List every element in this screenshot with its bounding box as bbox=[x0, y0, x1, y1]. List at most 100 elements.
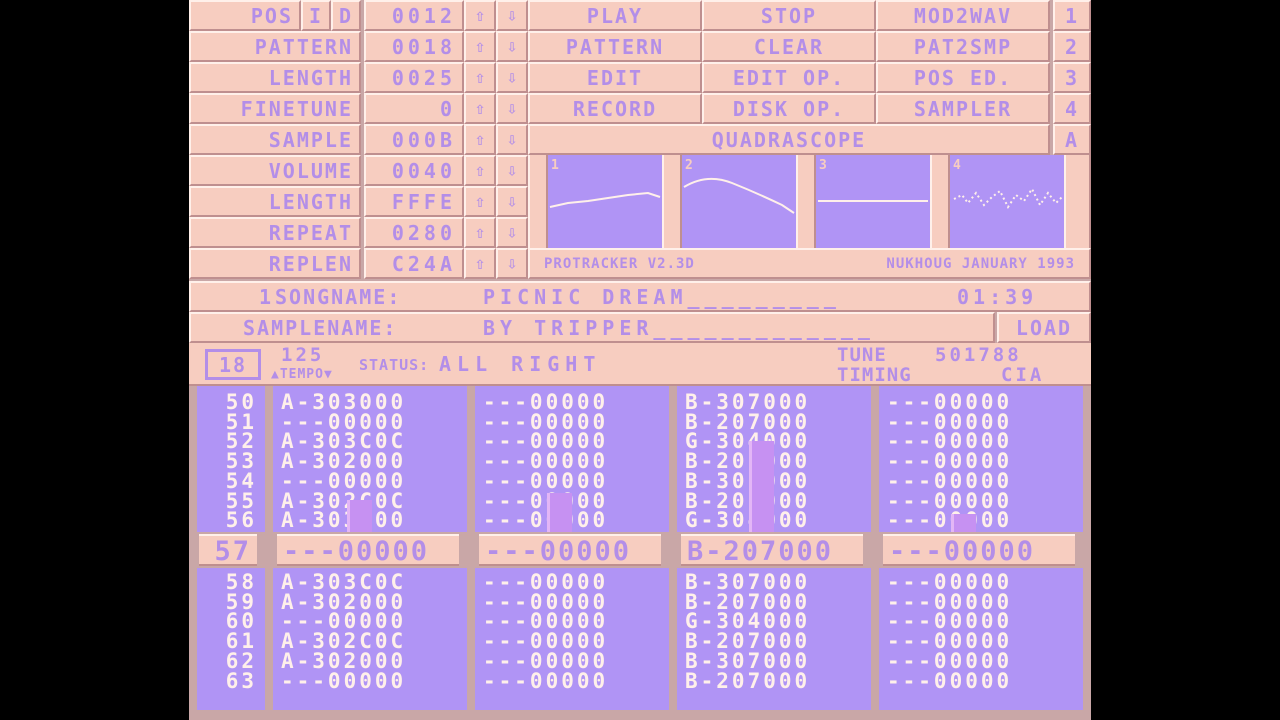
current-cell-track-2[interactable]: ---00000 bbox=[479, 534, 661, 567]
sample-down-arrow-icon[interactable]: ⇩ bbox=[496, 124, 528, 155]
mod2wav-button[interactable]: MOD2WAV bbox=[876, 0, 1050, 31]
pattern-cell[interactable]: A-303000 bbox=[273, 392, 467, 413]
scope-channel-4: 4 bbox=[950, 155, 1064, 248]
clear-button[interactable]: CLEAR bbox=[702, 31, 876, 62]
songname-bar: 1 SONGNAME: PICNIC DREAM_________ 01:39 bbox=[189, 281, 1091, 312]
sample-up-arrow-icon[interactable]: ⇧ bbox=[464, 124, 496, 155]
finetune-down-arrow-icon[interactable]: ⇩ bbox=[496, 93, 528, 124]
pattern-cell[interactable]: A-302000 bbox=[273, 650, 467, 671]
finetune-label: FINETUNE bbox=[189, 93, 361, 124]
sampler-button[interactable]: SAMPLER bbox=[876, 93, 1050, 124]
insert-position-button[interactable]: I bbox=[301, 0, 331, 31]
pat2smp-button[interactable]: PAT2SMP bbox=[876, 31, 1050, 62]
pattern-down-arrow-icon[interactable]: ⇩ bbox=[496, 31, 528, 62]
pattern-cell[interactable]: ---00000 bbox=[879, 650, 1083, 671]
song-number: 1 bbox=[259, 284, 274, 309]
pattern-cell[interactable]: ---00000 bbox=[273, 670, 467, 691]
pattern-cell[interactable]: B-307000 bbox=[677, 392, 871, 413]
tune-value: 501788 bbox=[935, 344, 1022, 366]
length-down-arrow-icon[interactable]: ⇩ bbox=[496, 62, 528, 93]
analyzer-toggle-button[interactable]: A bbox=[1053, 124, 1091, 155]
pattern-editor[interactable]: 50 51 52 53 54 55 56 58 59 60 61 62 63 A-303000 ---00… bbox=[189, 386, 1091, 720]
pos-down-arrow-icon[interactable]: ⇩ bbox=[496, 0, 528, 31]
pattern-cell[interactable]: ---00000 bbox=[879, 392, 1083, 413]
pattern-cell[interactable]: ---00000 bbox=[879, 572, 1083, 593]
pattern-cell[interactable]: B-307000 bbox=[677, 572, 871, 593]
row-number: 56 bbox=[225, 508, 257, 533]
volume-down-arrow-icon[interactable]: ⇩ bbox=[496, 155, 528, 186]
timing-label: TIMING bbox=[837, 364, 912, 386]
vu-meter bbox=[749, 441, 774, 532]
scope-separator bbox=[662, 155, 682, 248]
delete-position-button[interactable]: D bbox=[331, 0, 361, 31]
songname-field[interactable]: PICNIC DREAM_________ bbox=[483, 285, 841, 309]
row-number: 58 bbox=[225, 570, 257, 594]
edit-button[interactable]: EDIT bbox=[528, 62, 702, 93]
pos-up-arrow-icon[interactable]: ⇧ bbox=[464, 0, 496, 31]
stop-button[interactable]: STOP bbox=[702, 0, 876, 31]
record-button[interactable]: RECORD bbox=[528, 93, 702, 124]
disk-op-button[interactable]: DISK OP. bbox=[702, 93, 876, 124]
pattern-cell[interactable]: A-303C0C bbox=[273, 572, 467, 593]
load-button[interactable]: LOAD bbox=[997, 312, 1091, 343]
pattern-cell[interactable]: B-207000 bbox=[677, 670, 871, 691]
timing-value: CIA bbox=[1001, 364, 1045, 386]
tempo-up-icon[interactable]: ▲ bbox=[271, 367, 280, 382]
replen-value: C24A bbox=[364, 248, 464, 279]
pattern-cell[interactable]: ---00000 bbox=[475, 392, 669, 413]
row-number: 62 bbox=[225, 648, 257, 673]
samplename-label: SAMPLENAME: bbox=[243, 315, 398, 340]
pattern-cell[interactable]: ---00000 bbox=[879, 510, 1083, 531]
sample-label: SAMPLE bbox=[189, 124, 361, 155]
screen-4-button[interactable]: 4 bbox=[1053, 93, 1091, 124]
pattern-cell[interactable]: ---00000 bbox=[475, 470, 669, 491]
current-cell-track-1[interactable]: ---00000 bbox=[277, 534, 459, 567]
replen-label: REPLEN bbox=[189, 248, 361, 279]
volume-up-arrow-icon[interactable]: ⇧ bbox=[464, 155, 496, 186]
screen-3-button[interactable]: 3 bbox=[1053, 62, 1091, 93]
sample-length-down-arrow-icon[interactable]: ⇩ bbox=[496, 186, 528, 217]
version-bar: PROTRACKER V2.3D NUKHOUG JANUARY 1993 bbox=[528, 248, 1091, 279]
current-cell-track-4[interactable]: ---00000 bbox=[883, 534, 1075, 567]
pos-label: POS bbox=[189, 0, 301, 31]
pattern-cell[interactable]: B-307000 bbox=[677, 650, 871, 671]
pattern-cell[interactable]: ---00000 bbox=[475, 510, 669, 531]
edit-op-button[interactable]: EDIT OP. bbox=[702, 62, 876, 93]
pattern-cell[interactable]: B-307000 bbox=[677, 470, 871, 491]
current-cell-track-3[interactable]: B-207000 bbox=[681, 534, 863, 567]
replen-down-arrow-icon[interactable]: ⇩ bbox=[496, 248, 528, 279]
volume-label: VOLUME bbox=[189, 155, 361, 186]
pos-ed-button[interactable]: POS ED. bbox=[876, 62, 1050, 93]
finetune-up-arrow-icon[interactable]: ⇧ bbox=[464, 93, 496, 124]
sample-length-label: LENGTH bbox=[189, 186, 361, 217]
repeat-up-arrow-icon[interactable]: ⇧ bbox=[464, 217, 496, 248]
pattern-cell[interactable]: ---00000 bbox=[273, 470, 467, 491]
scope-border-right bbox=[1064, 155, 1091, 248]
samplename-field[interactable]: BY TRIPPER_____________ bbox=[483, 316, 875, 340]
protracker-window: POS I D PATTERN LENGTH FINETUNE SAMPLE V… bbox=[189, 0, 1091, 720]
replen-up-arrow-icon[interactable]: ⇧ bbox=[464, 248, 496, 279]
quadrascope-button[interactable]: QUADRASCOPE bbox=[528, 124, 1050, 155]
pattern-cell[interactable]: ---00000 bbox=[879, 470, 1083, 491]
screen-2-button[interactable]: 2 bbox=[1053, 31, 1091, 62]
screen-1-button[interactable]: 1 bbox=[1053, 0, 1091, 31]
sample-length-up-arrow-icon[interactable]: ⇧ bbox=[464, 186, 496, 217]
length-up-arrow-icon[interactable]: ⇧ bbox=[464, 62, 496, 93]
scope-channel-2: 2 bbox=[682, 155, 796, 248]
pattern-label: PATTERN bbox=[189, 31, 361, 62]
pattern-cell[interactable]: ---00000 bbox=[475, 650, 669, 671]
pattern-cell[interactable]: ---00000 bbox=[879, 670, 1083, 691]
length-value: 0025 bbox=[364, 62, 464, 93]
version-text: PROTRACKER V2.3D bbox=[544, 255, 695, 272]
row-number: 63 bbox=[225, 668, 257, 693]
repeat-down-arrow-icon[interactable]: ⇩ bbox=[496, 217, 528, 248]
pattern-up-arrow-icon[interactable]: ⇧ bbox=[464, 31, 496, 62]
pattern-cell[interactable]: G-304000 bbox=[677, 510, 871, 531]
volume-value: 0040 bbox=[364, 155, 464, 186]
play-button[interactable]: PLAY bbox=[528, 0, 702, 31]
play-pattern-button[interactable]: PATTERN bbox=[528, 31, 702, 62]
length-label: LENGTH bbox=[189, 62, 361, 93]
pattern-cell[interactable]: ---00000 bbox=[475, 670, 669, 691]
pattern-cell[interactable]: ---00000 bbox=[475, 572, 669, 593]
tempo-down-icon[interactable]: ▼ bbox=[324, 367, 333, 382]
